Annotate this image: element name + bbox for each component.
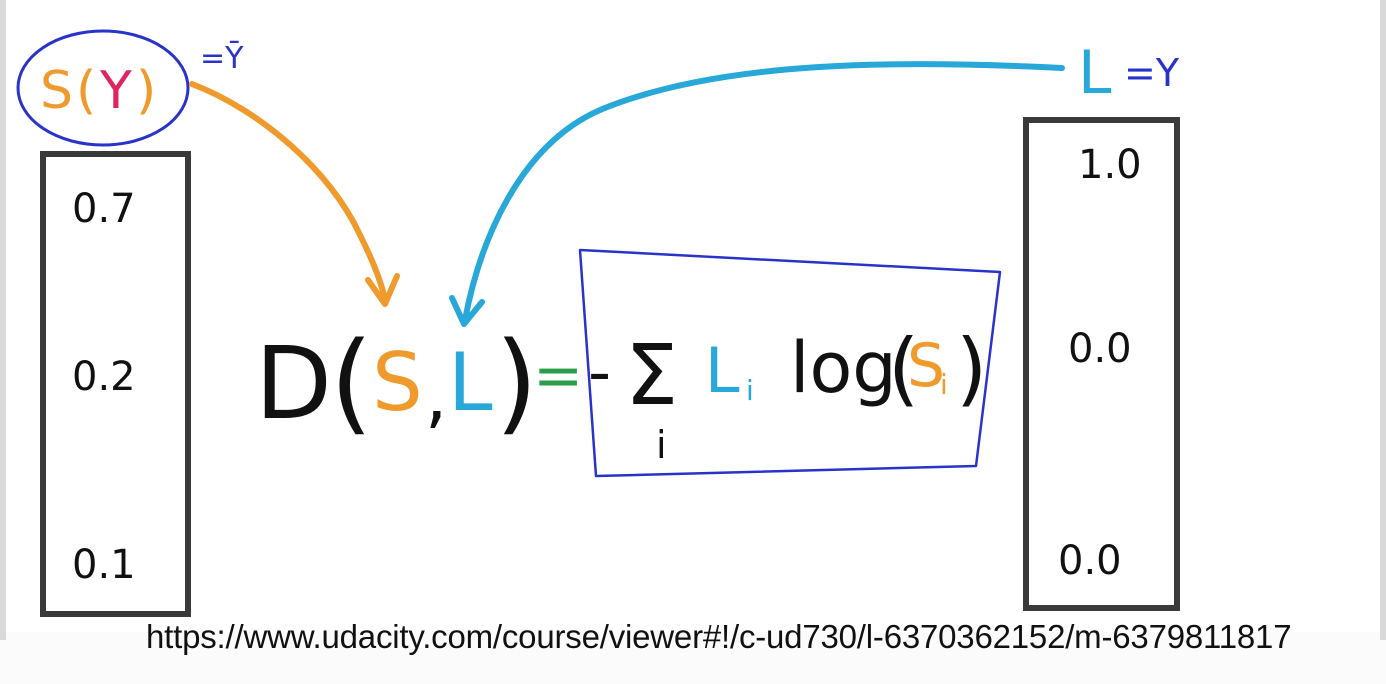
eq-minus: -	[588, 336, 611, 410]
softmax-close-paren: )	[136, 61, 156, 121]
eq-l-i: L	[705, 334, 740, 407]
left-vector-value: 0.1	[72, 542, 136, 588]
right-vector-value: 0.0	[1058, 538, 1122, 584]
softmax-label: S ( Y )	[40, 61, 156, 121]
eq-s-i-subscript: i	[940, 368, 948, 401]
eq-open-paren: (	[330, 318, 373, 446]
eq-s: S	[372, 336, 423, 429]
eq-d: D	[255, 325, 332, 442]
right-vector-value: 1.0	[1078, 142, 1142, 188]
eq-close-paren: )	[495, 318, 538, 446]
softmax-open-paren: (	[76, 61, 96, 121]
eq-comma: ,	[425, 355, 447, 437]
softmax-s: S	[40, 61, 73, 121]
cyan-arrow	[462, 61, 1065, 323]
diagram-canvas: S ( Y ) =Ȳ L =Y 0.7 0.2 0.1 1.0 0.0 0.0 …	[16, 29, 1180, 617]
eq-log: log	[790, 327, 897, 409]
right-vector-value: 0.0	[1068, 326, 1132, 372]
orange-arrow	[189, 81, 388, 303]
label-l: L	[1078, 38, 1112, 108]
eq-sigma-index: i	[656, 423, 667, 467]
eq-l: L	[448, 336, 493, 429]
source-url: https://www.udacity.com/course/viewer#!/…	[146, 618, 1292, 655]
eq-sigma: Σ	[625, 326, 678, 424]
softmax-y: Y	[99, 61, 132, 121]
eq-close-paren-2: )	[956, 322, 987, 415]
label-annotation: =Y	[1124, 51, 1180, 95]
left-vector-value: 0.2	[72, 354, 136, 400]
cross-entropy-equation: D ( S , L ) = - Σ i L i log ( S i )	[255, 318, 987, 467]
eq-l-i-subscript: i	[746, 374, 754, 407]
eq-equals: =	[533, 341, 583, 411]
left-vector-value: 0.7	[72, 186, 136, 232]
softmax-annotation: =Ȳ	[200, 40, 244, 76]
